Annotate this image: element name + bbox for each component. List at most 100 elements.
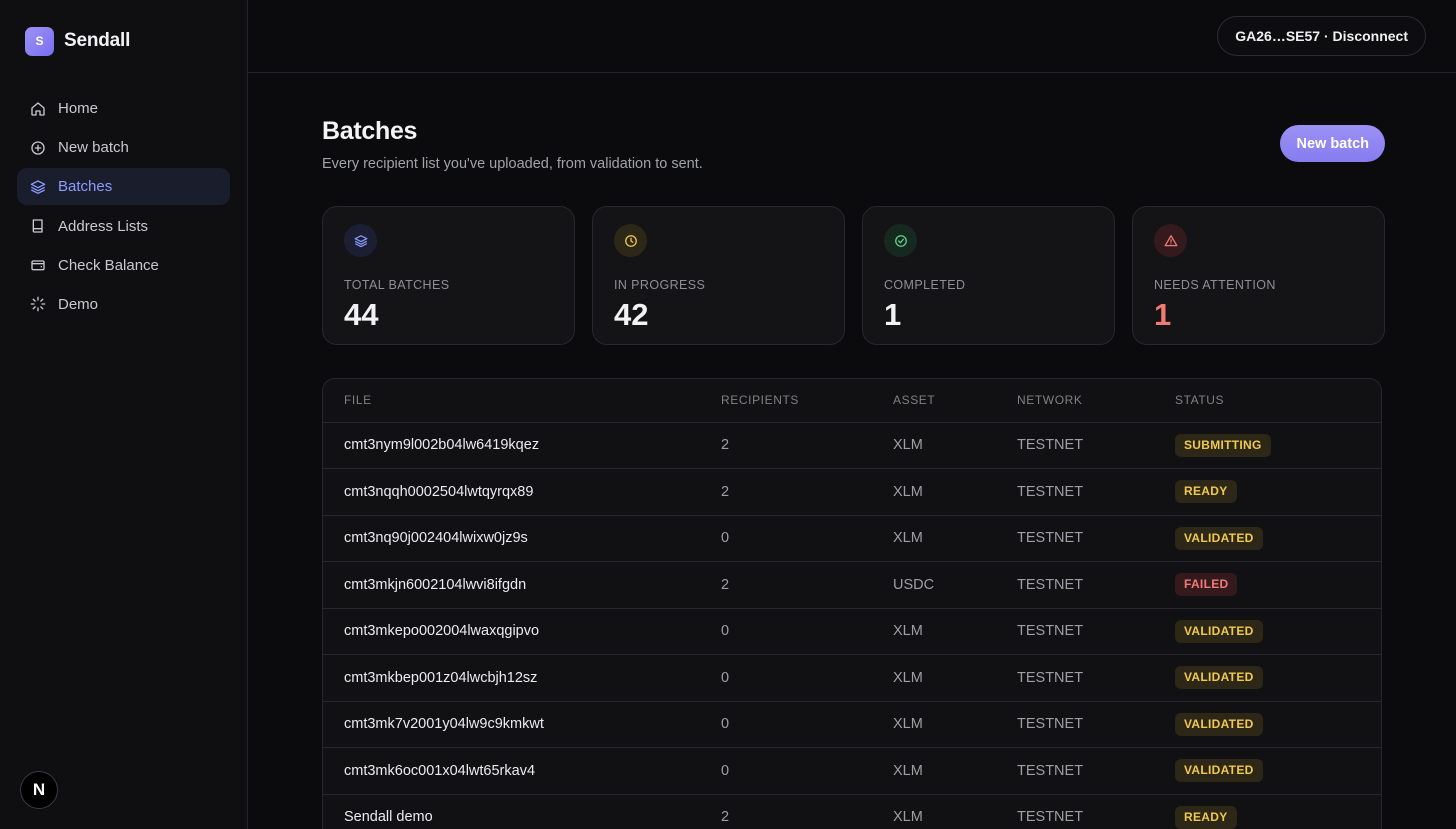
table-row[interactable]: cmt3mk7v2001y04lw9c9kmkwt 0 XLM TESTNET VALI… — [323, 701, 1381, 748]
cell-file: cmt3mkbep001z04lwcbjh12sz — [323, 654, 721, 702]
brand-logo: S — [25, 26, 54, 56]
cell-network: TESTNET — [1017, 794, 1175, 829]
table-body: cmt3nym9l002b04lw6419kqez 2 XLM TESTNET SUBM… — [323, 422, 1381, 829]
brand[interactable]: S Sendall — [0, 0, 247, 82]
sidebar-item-label: Batches — [58, 178, 113, 196]
status-badge: VALIDATED — [1175, 666, 1263, 690]
cell-network: TESTNET — [1017, 561, 1175, 609]
table-row[interactable]: cmt3mk6oc001x04lwt65rkav4 0 XLM TESTNET VALI… — [323, 747, 1381, 795]
cell-network: TESTNET — [1017, 515, 1175, 562]
cell-asset: XLM — [893, 422, 1017, 469]
status-badge: VALIDATED — [1175, 526, 1263, 550]
cell-asset: XLM — [893, 608, 1017, 655]
status-badge: SUBMITTING — [1175, 433, 1271, 457]
status-badge: VALIDATED — [1175, 619, 1263, 643]
topbar: GA26…SE57 · Disconnect — [248, 0, 1456, 73]
new-batch-button[interactable]: New batch — [1280, 125, 1385, 162]
stat-value: 44 — [344, 297, 379, 332]
table-row[interactable]: cmt3mkbep001z04lwcbjh12sz 0 XLM TESTNET VALI… — [323, 654, 1381, 702]
clock-icon — [614, 224, 647, 257]
cell-file: cmt3mk6oc001x04lwt65rkav4 — [323, 747, 721, 795]
cell-asset: XLM — [893, 654, 1017, 702]
cell-network: TESTNET — [1017, 608, 1175, 655]
sidebar-item-check-balance[interactable]: Check Balance — [17, 247, 230, 284]
layers-icon — [30, 179, 46, 195]
cell-asset: XLM — [893, 747, 1017, 795]
cell-asset: USDC — [893, 561, 1017, 609]
cell-file: cmt3mkjn6002104lwvi8ifgdn — [323, 561, 721, 609]
cell-file: cmt3nym9l002b04lw6419kqez — [323, 422, 721, 469]
page-header: Batches Every recipient list you've uplo… — [322, 117, 1385, 172]
sidebar-item-label: Check Balance — [58, 256, 159, 274]
sidebar-item-label: New batch — [58, 139, 129, 157]
cell-file: cmt3nqqh0002504lwtqyrqx89 — [323, 468, 721, 516]
sidebar-item-batches[interactable]: Batches — [17, 168, 230, 206]
stat-value: 1 — [884, 297, 902, 332]
layers-icon — [344, 224, 377, 257]
table-header-row: FILE RECIPIENTS ASSET NETWORK STATUS — [323, 379, 1381, 423]
cell-recipients: 2 — [721, 794, 893, 829]
table-row[interactable]: cmt3nq90j002404lwixw0jz9s 0 XLM TESTNET VALI… — [323, 515, 1381, 562]
cell-status: VALIDATED — [1175, 701, 1381, 748]
book-icon — [30, 218, 46, 234]
cell-recipients: 0 — [721, 515, 893, 562]
column-header-status: STATUS — [1175, 379, 1381, 423]
alert-triangle-icon — [1154, 224, 1187, 257]
sidebar-item-demo[interactable]: Demo — [17, 286, 230, 323]
stat-value: 1 — [1154, 297, 1172, 332]
sidebar-nav: Home New batch Batches Address Lists Check B… — [0, 82, 247, 323]
stat-label: COMPLETED — [884, 278, 966, 292]
cell-status: VALIDATED — [1175, 608, 1381, 655]
column-header-file: FILE — [323, 379, 721, 423]
cell-network: TESTNET — [1017, 468, 1175, 516]
cell-status: VALIDATED — [1175, 515, 1381, 562]
cell-status: READY — [1175, 794, 1381, 829]
cell-asset: XLM — [893, 468, 1017, 516]
sidebar-item-new-batch[interactable]: New batch — [17, 129, 230, 166]
wallet-icon — [30, 257, 46, 273]
column-header-network: NETWORK — [1017, 379, 1175, 423]
table-row[interactable]: cmt3mkepo002004lwaxqgipvo 0 XLM TESTNET VALI… — [323, 608, 1381, 655]
table-row[interactable]: cmt3mkjn6002104lwvi8ifgdn 2 USDC TESTNET FAI… — [323, 561, 1381, 609]
page-subtitle: Every recipient list you've uploaded, fr… — [322, 156, 703, 172]
check-circle-icon — [884, 224, 917, 257]
nextjs-badge[interactable]: N — [20, 771, 58, 809]
cell-file: cmt3mk7v2001y04lw9c9kmkwt — [323, 701, 721, 748]
status-badge: VALIDATED — [1175, 759, 1263, 783]
column-header-asset: ASSET — [893, 379, 1017, 423]
stat-card-needs-attention: NEEDS ATTENTION 1 — [1132, 206, 1385, 345]
sidebar-item-home[interactable]: Home — [17, 90, 230, 127]
cell-network: TESTNET — [1017, 701, 1175, 748]
main-area: GA26…SE57 · Disconnect Batches Every rec… — [248, 0, 1456, 829]
sidebar-item-label: Demo — [58, 295, 99, 313]
plus-circle-icon — [30, 140, 46, 156]
cell-asset: XLM — [893, 701, 1017, 748]
table-row[interactable]: cmt3nqqh0002504lwtqyrqx89 2 XLM TESTNET READ… — [323, 468, 1381, 516]
brand-name: Sendall — [64, 30, 131, 51]
cell-recipients: 0 — [721, 747, 893, 795]
status-badge: READY — [1175, 805, 1237, 829]
stat-label: TOTAL BATCHES — [344, 278, 450, 292]
page-title: Batches — [322, 117, 418, 145]
table-row[interactable]: cmt3nym9l002b04lw6419kqez 2 XLM TESTNET SUBM… — [323, 422, 1381, 469]
cell-recipients: 2 — [721, 561, 893, 609]
sidebar-item-label: Home — [58, 100, 99, 117]
home-icon — [30, 101, 46, 117]
stat-card-completed: COMPLETED 1 — [862, 206, 1115, 345]
status-badge: READY — [1175, 480, 1237, 504]
wallet-disconnect-button[interactable]: GA26…SE57 · Disconnect — [1217, 16, 1426, 56]
cell-recipients: 0 — [721, 608, 893, 655]
stats-row: TOTAL BATCHES 44 IN PROGRESS 42 COMPLETED 1 NE… — [322, 206, 1385, 345]
cell-status: READY — [1175, 468, 1381, 516]
cell-recipients: 2 — [721, 422, 893, 469]
column-header-recipients: RECIPIENTS — [721, 379, 893, 423]
stat-label: NEEDS ATTENTION — [1154, 278, 1276, 292]
table-row[interactable]: Sendall demo 2 XLM TESTNET READY — [323, 794, 1381, 829]
cell-file: Sendall demo — [323, 794, 721, 829]
cell-recipients: 2 — [721, 468, 893, 516]
cell-asset: XLM — [893, 794, 1017, 829]
cell-file: cmt3nq90j002404lwixw0jz9s — [323, 515, 721, 562]
stat-card-in-progress: IN PROGRESS 42 — [592, 206, 845, 345]
sidebar-item-address-lists[interactable]: Address Lists — [17, 208, 230, 245]
stat-label: IN PROGRESS — [614, 278, 706, 292]
